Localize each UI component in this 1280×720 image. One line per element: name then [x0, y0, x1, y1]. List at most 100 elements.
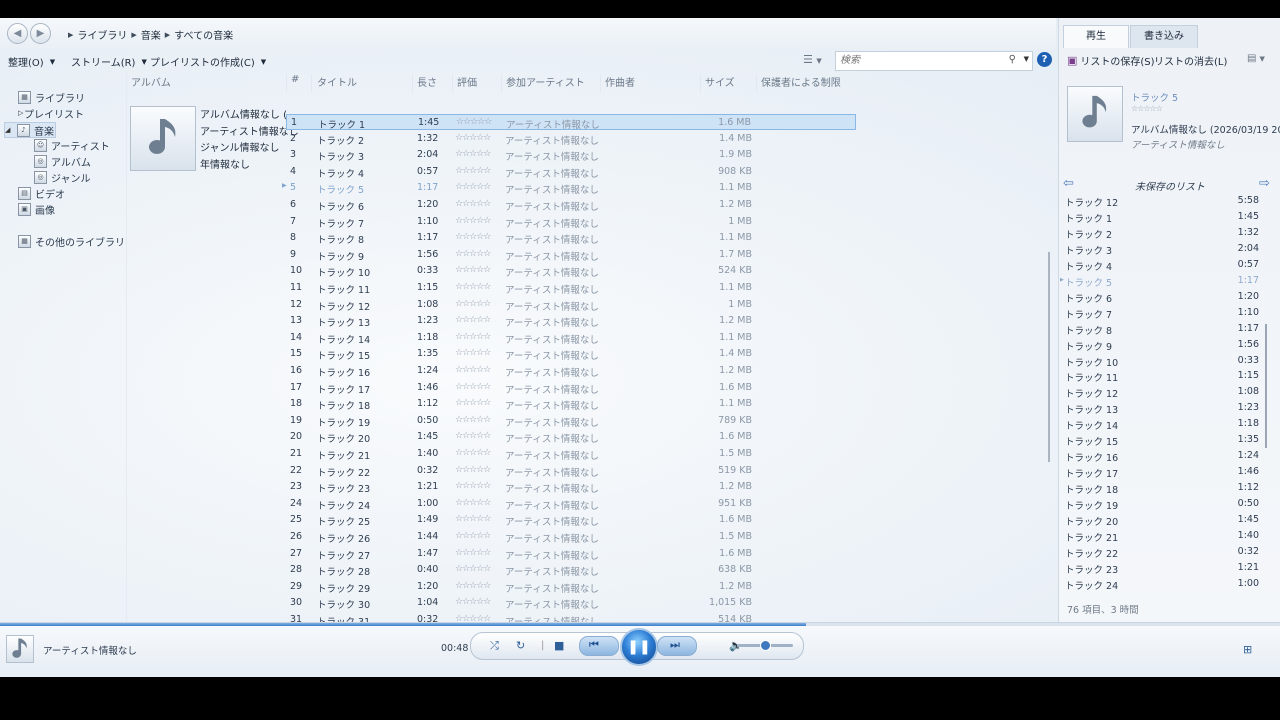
playlist-item[interactable]: トラック 16 1:24 [1065, 449, 1259, 465]
playlist-item[interactable]: トラック 12 5:58 [1065, 194, 1259, 210]
column-title[interactable]: タイトル [317, 74, 357, 92]
playlist-scrollbar[interactable] [1265, 324, 1267, 448]
track-rating[interactable]: ☆☆☆☆☆ [455, 149, 491, 159]
track-rating[interactable]: ☆☆☆☆☆ [455, 581, 491, 591]
table-row[interactable]: 12 トラック 12 1:08 ☆☆☆☆☆ アーティスト情報なし 1 MB [286, 297, 856, 313]
playlist-item[interactable]: トラック 14 1:18 [1065, 417, 1259, 433]
track-rating[interactable]: ☆☆☆☆☆ [455, 182, 491, 192]
table-row[interactable]: 28 トラック 28 0:40 ☆☆☆☆☆ アーティスト情報なし 638 KB [286, 562, 856, 578]
table-row[interactable]: 23 トラック 23 1:21 ☆☆☆☆☆ アーティスト情報なし 1.2 MB [286, 479, 856, 495]
table-row[interactable]: 14 トラック 14 1:18 ☆☆☆☆☆ アーティスト情報なし 1.1 MB [286, 330, 856, 346]
track-rating[interactable]: ☆☆☆☆☆ [455, 332, 491, 342]
playlist-item[interactable]: トラック 1 1:45 [1065, 210, 1259, 226]
playlist-item[interactable]: トラック 3 2:04 [1065, 242, 1259, 258]
playlist-item[interactable]: トラック 21 1:40 [1065, 529, 1259, 545]
track-rating[interactable]: ☆☆☆☆☆ [455, 365, 491, 375]
table-row[interactable]: 9 トラック 9 1:56 ☆☆☆☆☆ アーティスト情報なし 1.7 MB [286, 247, 856, 263]
track-rating[interactable]: ☆☆☆☆☆ [455, 415, 491, 425]
playlist-item[interactable]: トラック 24 1:00 [1065, 577, 1259, 593]
playlist-item[interactable]: トラック 4 0:57 [1065, 258, 1259, 274]
track-rating[interactable]: ☆☆☆☆☆ [455, 265, 491, 275]
column-parental-rating[interactable]: 保護者による制限 [761, 74, 841, 92]
forward-icon[interactable]: ▶ [30, 23, 51, 44]
table-row[interactable]: 4 トラック 4 0:57 ☆☆☆☆☆ アーティスト情報なし 908 KB [286, 164, 856, 180]
track-rating[interactable]: ☆☆☆☆☆ [455, 232, 491, 242]
track-rating[interactable]: ☆☆☆☆☆ [455, 531, 491, 541]
breadcrumb-music[interactable]: 音楽 [141, 27, 161, 42]
table-row[interactable]: 27 トラック 27 1:47 ☆☆☆☆☆ アーティスト情報なし 1.6 MB [286, 546, 856, 562]
collapse-icon[interactable]: ◢ [5, 126, 13, 134]
track-rating[interactable]: ☆☆☆☆☆ [455, 448, 491, 458]
table-row[interactable]: ▶ 5 トラック 5 1:17 ☆☆☆☆☆ アーティスト情報なし 1.1 MB [282, 180, 856, 196]
search-input[interactable] [836, 52, 1004, 68]
playlist-item[interactable]: トラック 22 0:32 [1065, 545, 1259, 561]
playlist-item[interactable]: トラック 2 1:32 [1065, 226, 1259, 242]
table-row[interactable]: 15 トラック 15 1:35 ☆☆☆☆☆ アーティスト情報なし 1.4 MB [286, 346, 856, 362]
repeat-icon[interactable]: ↻ [516, 639, 525, 653]
table-row[interactable]: 6 トラック 6 1:20 ☆☆☆☆☆ アーティスト情報なし 1.2 MB [286, 197, 856, 213]
column-divider[interactable] [286, 74, 287, 92]
nav-genre[interactable]: ◎ ジャンル [34, 170, 91, 185]
search-icon[interactable]: ⚲ [1009, 54, 1016, 65]
playlist-item[interactable]: トラック 9 1:56 [1065, 338, 1259, 354]
table-row[interactable]: 7 トラック 7 1:10 ☆☆☆☆☆ アーティスト情報なし 1 MB [286, 214, 856, 230]
track-rating[interactable]: ☆☆☆☆☆ [455, 249, 491, 259]
playlist-item[interactable]: トラック 23 1:21 [1065, 561, 1259, 577]
track-rating[interactable]: ☆☆☆☆☆ [455, 514, 491, 524]
track-rating[interactable]: ☆☆☆☆☆ [455, 431, 491, 441]
column-composer[interactable]: 作曲者 [605, 74, 635, 92]
playlist-item[interactable]: トラック 6 1:20 [1065, 290, 1259, 306]
playlist-item[interactable]: トラック 13 1:23 [1065, 401, 1259, 417]
track-rating[interactable]: ☆☆☆☆☆ [455, 199, 491, 209]
nav-video[interactable]: ▤ ビデオ [18, 186, 65, 201]
nav-album[interactable]: ◎ アルバム [34, 154, 91, 169]
table-row[interactable]: 29 トラック 29 1:20 ☆☆☆☆☆ アーティスト情報なし 1.2 MB [286, 579, 856, 595]
column-size[interactable]: サイズ [705, 74, 735, 92]
table-row[interactable]: 17 トラック 17 1:46 ☆☆☆☆☆ アーティスト情報なし 1.6 MB [286, 380, 856, 396]
playlist-item[interactable]: トラック 20 1:45 [1065, 513, 1259, 529]
next-button[interactable]: ⏭ [657, 636, 697, 656]
track-rating[interactable]: ☆☆☆☆☆ [455, 465, 491, 475]
track-rating[interactable]: ☆☆☆☆☆ [455, 133, 491, 143]
volume-knob[interactable] [760, 640, 771, 651]
track-rating[interactable]: ☆☆☆☆☆ [455, 564, 491, 574]
column-divider[interactable] [452, 74, 453, 92]
track-rating[interactable]: ☆☆☆☆☆ [456, 117, 492, 127]
save-list-button[interactable]: ▣ リストの保存(S) [1067, 53, 1155, 68]
track-rating[interactable]: ☆☆☆☆☆ [455, 481, 491, 491]
column-divider[interactable] [700, 74, 701, 92]
table-row[interactable]: 24 トラック 24 1:00 ☆☆☆☆☆ アーティスト情報なし 951 KB [286, 496, 856, 512]
album-art[interactable] [130, 106, 196, 171]
table-row[interactable]: 20 トラック 20 1:45 ☆☆☆☆☆ アーティスト情報なし 1.6 MB [286, 429, 856, 445]
column-divider[interactable] [412, 74, 413, 92]
table-row[interactable]: 16 トラック 16 1:24 ☆☆☆☆☆ アーティスト情報なし 1.2 MB [286, 363, 856, 379]
column-contributing-artist[interactable]: 参加アーティスト [506, 74, 585, 92]
track-rating[interactable]: ☆☆☆☆☆ [455, 548, 491, 558]
playlist-item[interactable]: トラック 7 1:10 [1065, 306, 1259, 322]
help-icon[interactable]: ? [1037, 52, 1052, 67]
back-icon[interactable]: ◀ [7, 23, 28, 44]
table-row[interactable]: 1 トラック 1 1:45 ☆☆☆☆☆ アーティスト情報なし 1.6 MB [286, 114, 856, 131]
table-row[interactable]: 10 トラック 10 0:33 ☆☆☆☆☆ アーティスト情報なし 524 KB [286, 263, 856, 279]
track-rating[interactable]: ☆☆☆☆☆ [455, 299, 491, 309]
track-rating[interactable]: ☆☆☆☆☆ [455, 315, 491, 325]
pause-button[interactable]: ❚❚ [620, 628, 658, 666]
tab-burn[interactable]: 書き込み [1130, 25, 1198, 48]
column-divider[interactable] [600, 74, 601, 92]
playlist-item[interactable]: トラック 18 1:12 [1065, 481, 1259, 497]
clear-list-button[interactable]: リストの消去(L) [1154, 53, 1227, 68]
table-row[interactable]: 26 トラック 26 1:44 ☆☆☆☆☆ アーティスト情報なし 1.5 MB [286, 529, 856, 545]
volume-slider[interactable] [737, 640, 793, 651]
track-rating[interactable]: ☆☆☆☆☆ [455, 216, 491, 226]
track-rating[interactable]: ☆☆☆☆☆ [455, 282, 491, 292]
now-playing-rating[interactable]: ☆☆☆☆☆ [1131, 104, 1163, 113]
list-options-icon[interactable]: ▤ ▼ [1247, 53, 1265, 64]
table-row[interactable]: 11 トラック 11 1:15 ☆☆☆☆☆ アーティスト情報なし 1.1 MB [286, 280, 856, 296]
table-row[interactable]: 8 トラック 8 1:17 ☆☆☆☆☆ アーティスト情報なし 1.1 MB [286, 230, 856, 246]
table-row[interactable]: 3 トラック 3 2:04 ☆☆☆☆☆ アーティスト情報なし 1.9 MB [286, 147, 856, 163]
create-playlist-menu[interactable]: プレイリストの作成(C) ▼ [150, 54, 266, 70]
playlist-item[interactable]: ▶ トラック 5 1:17 [1060, 274, 1259, 290]
track-rating[interactable]: ☆☆☆☆☆ [455, 597, 491, 607]
nav-playlists[interactable]: ▷ プレイリスト [18, 106, 84, 121]
table-row[interactable]: 13 トラック 13 1:23 ☆☆☆☆☆ アーティスト情報なし 1.2 MB [286, 313, 856, 329]
